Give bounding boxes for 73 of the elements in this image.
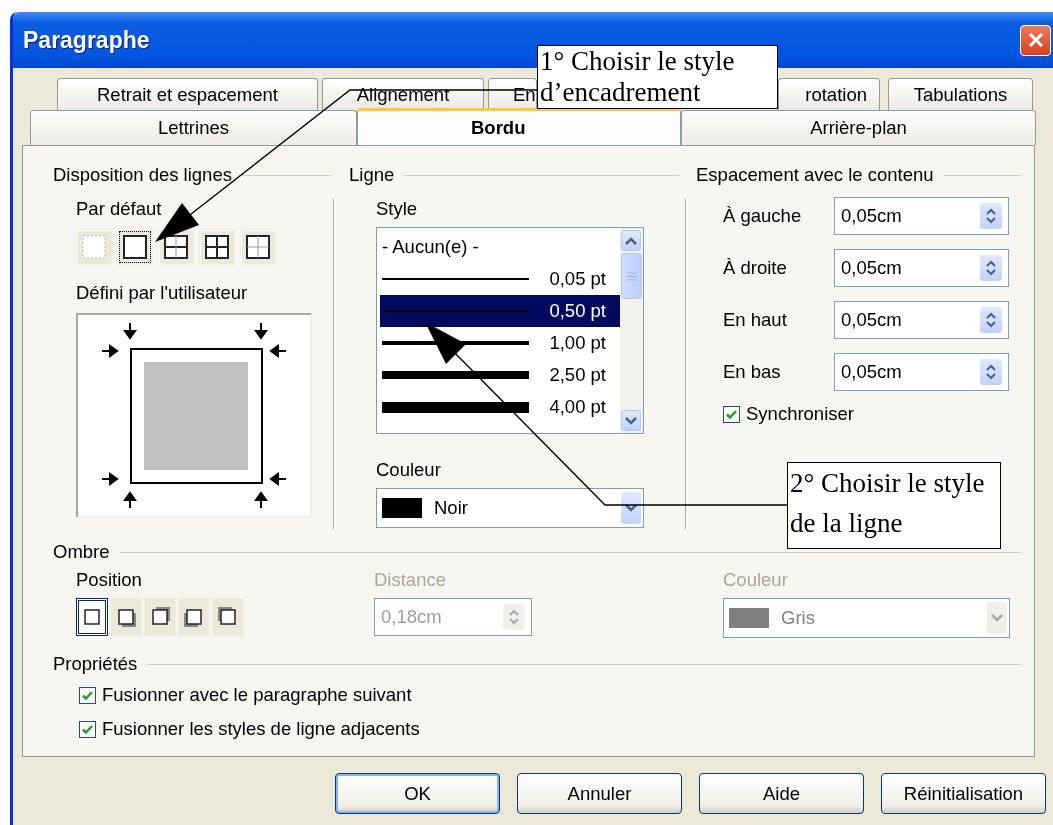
field-label: Couleur: [376, 458, 442, 482]
close-button[interactable]: [1020, 24, 1051, 56]
close-icon: [1026, 31, 1045, 49]
section-title: Disposition des lignes: [53, 164, 232, 186]
dialog-button[interactable]: Aide: [699, 773, 864, 814]
border-preset-button[interactable]: [117, 229, 153, 265]
line-style-item[interactable]: - Aucun(e) -: [380, 231, 620, 263]
grip-icon: [626, 271, 637, 281]
field-label: Position: [76, 568, 143, 592]
section-title: Ligne: [349, 164, 395, 186]
field-label: Couleur: [723, 568, 789, 592]
tab[interactable]: rotation: [778, 78, 880, 110]
line-style-item[interactable]: 0,50 pt: [380, 295, 620, 327]
dialog-button[interactable]: OK: [335, 773, 500, 814]
chevron-down-icon: [625, 416, 637, 425]
line-style-item[interactable]: 0,05 pt: [380, 263, 620, 295]
dialog-button[interactable]: Réinitialisation: [881, 773, 1046, 814]
field-label: Défini par l'utilisateur: [76, 281, 249, 305]
field-label: À gauche: [723, 205, 803, 227]
spin-icon: [980, 203, 1002, 229]
tab[interactable]: Retrait et espacement: [57, 78, 318, 110]
dialog-button[interactable]: Annuler: [517, 773, 682, 814]
shadow-box-icon: [217, 606, 239, 628]
border-preset-button[interactable]: [240, 229, 276, 265]
border-layout-icon: [163, 234, 189, 260]
shadow-box-icon: [115, 606, 137, 628]
tab[interactable]: Tabulations: [888, 78, 1033, 110]
window-title: Paragraphe: [23, 26, 150, 54]
scroll-thumb[interactable]: [621, 253, 642, 299]
border-layout-icon: [122, 234, 148, 260]
border-preset-button[interactable]: [199, 229, 235, 265]
line-style-list[interactable]: - Aucun(e) - 0,05 pt 0,50 pt 1,00 pt 2,50 pt 4,00 pt: [376, 227, 644, 434]
line-style-item[interactable]: 2,50 pt: [380, 359, 620, 391]
chevron-up-icon: [625, 236, 637, 245]
checkbox-label: Synchroniser: [746, 403, 854, 425]
field-label: À droite: [723, 257, 788, 279]
field-label: Style: [376, 197, 419, 221]
shadow-box-icon: [81, 606, 103, 628]
checkbox-label: Fusionner les styles de ligne adjacents: [102, 718, 420, 740]
border-layout-icon: [245, 234, 271, 260]
spin-icon: [980, 307, 1002, 333]
spin-icon: [980, 359, 1002, 385]
shadow-box-icon: [149, 606, 171, 628]
scroll-down-button[interactable]: [621, 410, 641, 431]
spin-field[interactable]: 0,05cm: [834, 197, 1009, 235]
border-layout-icon: [81, 234, 107, 260]
spin-field[interactable]: 0,05cm: [834, 301, 1009, 339]
spin-field[interactable]: 0,05cm: [834, 249, 1009, 287]
scroll-up-button[interactable]: [621, 230, 641, 251]
tab[interactable]: Arrière-plan: [681, 110, 1036, 145]
checkbox-label: Fusionner avec le paragraphe suivant: [102, 684, 412, 706]
tab[interactable]: Lettrines: [30, 110, 357, 145]
field-label: Par défaut: [76, 197, 163, 221]
callout-note: 1° Choisir le style d’encadrement: [537, 45, 778, 109]
spin-field[interactable]: 0,05cm: [834, 353, 1009, 391]
field-label: En haut: [723, 309, 788, 331]
field-label: Distance: [374, 568, 447, 592]
spin-icon: [503, 604, 525, 630]
section-title: Espacement avec le contenu: [696, 164, 934, 186]
shadow-position-button[interactable]: [76, 598, 108, 636]
border-layout-icon: [204, 234, 230, 260]
field-label: En bas: [723, 361, 782, 383]
tab[interactable]: Bordu: [357, 108, 681, 145]
spin-icon: [980, 255, 1002, 281]
section-title: Propriétés: [53, 653, 138, 675]
callout-note: 2° Choisir le style de la ligne: [787, 462, 1001, 549]
section-title: Ombre: [53, 541, 110, 563]
checkbox[interactable]: [79, 686, 96, 704]
checkbox[interactable]: [79, 720, 96, 738]
line-style-item[interactable]: 4,00 pt: [380, 391, 620, 423]
checkbox[interactable]: [723, 405, 740, 423]
shadow-box-icon: [183, 606, 205, 628]
color-dropdown[interactable]: Noir: [376, 488, 644, 528]
